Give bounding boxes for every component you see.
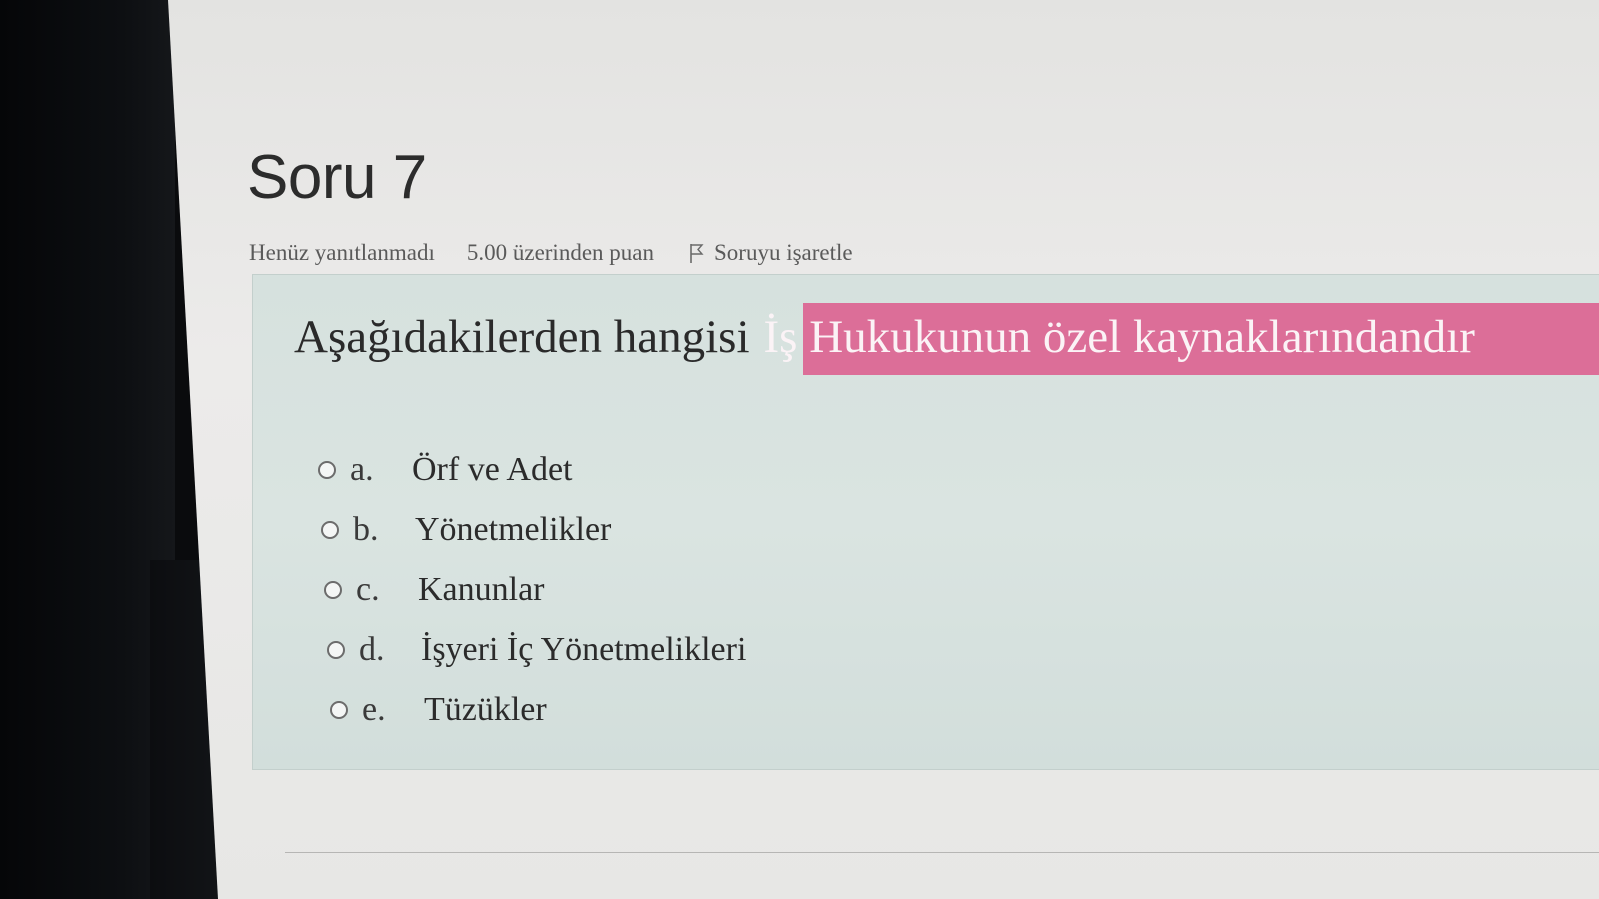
radio-button-c[interactable] bbox=[324, 581, 342, 599]
monitor-bezel bbox=[0, 0, 175, 899]
answer-option-a[interactable]: a. Örf ve Adet bbox=[318, 440, 746, 500]
question-grade: 5.00 üzerinden puan bbox=[466, 240, 654, 265]
answer-label: Tüzükler bbox=[424, 691, 547, 728]
radio-button-d[interactable] bbox=[327, 641, 345, 659]
flag-question-link[interactable]: Soruyu işaretle bbox=[688, 240, 853, 266]
question-title: Soru 7 bbox=[247, 143, 427, 212]
answer-label: Yönetmelikler bbox=[415, 511, 612, 548]
radio-button-a[interactable] bbox=[318, 461, 336, 479]
answer-letter: d. bbox=[359, 631, 385, 668]
question-info: Henüz yanıtlanmadı 5.00 üzerinden puan S… bbox=[249, 238, 853, 268]
answer-label: İşyeri İç Yönetmelikleri bbox=[421, 631, 747, 668]
answer-option-e[interactable]: e. Tüzükler bbox=[330, 680, 746, 740]
answer-state: Henüz yanıtlanmadı bbox=[249, 240, 435, 265]
answer-label: Örf ve Adet bbox=[412, 451, 573, 488]
radio-button-e[interactable] bbox=[330, 701, 348, 719]
answer-letter: e. bbox=[362, 691, 386, 728]
question-text: Aşağıdakilerden hangisi İş Hukukunun öze… bbox=[294, 300, 1475, 374]
answer-letter: c. bbox=[356, 571, 380, 608]
answer-option-b[interactable]: b. Yönetmelikler bbox=[321, 500, 746, 560]
answer-label: Kanunlar bbox=[418, 571, 545, 608]
question-text-plain: Aşağıdakilerden hangisi bbox=[294, 311, 750, 363]
answer-letter: b. bbox=[353, 511, 379, 548]
answer-list: a. Örf ve Adet b. Yönetmelikler c. Kanun… bbox=[318, 440, 746, 740]
answer-letter: a. bbox=[350, 451, 374, 488]
question-text-highlighted: İş Hukukunun özel kaynaklarındandır bbox=[763, 311, 1475, 363]
section-divider bbox=[285, 852, 1599, 853]
flag-icon bbox=[690, 244, 704, 263]
radio-button-b[interactable] bbox=[321, 521, 339, 539]
answer-option-d[interactable]: d. İşyeri İç Yönetmelikleri bbox=[327, 620, 746, 680]
flag-question-label: Soruyu işaretle bbox=[714, 240, 853, 265]
answer-option-c[interactable]: c. Kanunlar bbox=[324, 560, 746, 620]
